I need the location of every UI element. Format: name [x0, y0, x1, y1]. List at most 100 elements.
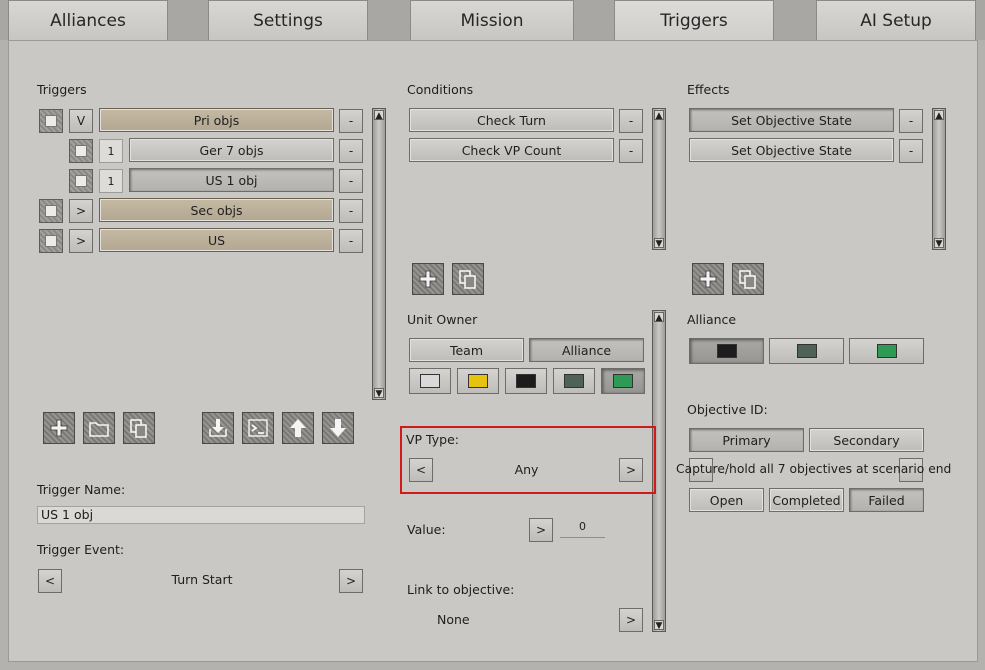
- effects-title: Effects: [687, 82, 730, 97]
- plus-icon: [419, 270, 437, 288]
- scroll-down-icon[interactable]: ▼: [654, 620, 664, 631]
- state-failed-button[interactable]: Failed: [849, 488, 924, 512]
- tab-triggers[interactable]: Triggers: [614, 0, 774, 40]
- trigger-event-label: Trigger Event:: [37, 542, 125, 557]
- state-completed-button[interactable]: Completed: [769, 488, 844, 512]
- add-effect-button[interactable]: [692, 263, 724, 295]
- tab-mission[interactable]: Mission: [410, 0, 574, 40]
- scroll-up-icon[interactable]: ▲: [654, 110, 664, 121]
- remove-effect-button[interactable]: -: [899, 109, 923, 133]
- copy-icon: [130, 419, 147, 438]
- owner-tab-team[interactable]: Team: [409, 338, 524, 362]
- trigger-name-input[interactable]: US 1 obj: [37, 506, 365, 524]
- trigger-item-us[interactable]: US: [99, 228, 334, 252]
- owner-tab-alliance[interactable]: Alliance: [529, 338, 644, 362]
- trigger-checkbox[interactable]: [69, 139, 93, 163]
- remove-trigger-button[interactable]: -: [339, 169, 363, 193]
- expand-toggle[interactable]: >: [69, 229, 93, 253]
- trigger-checkbox[interactable]: [39, 199, 63, 223]
- scroll-down-icon[interactable]: ▼: [374, 388, 384, 399]
- triggers-title: Triggers: [37, 82, 87, 97]
- condition-item-check-vp-count[interactable]: Check VP Count: [409, 138, 614, 162]
- plus-icon: [50, 419, 68, 437]
- copy-effect-button[interactable]: [732, 263, 764, 295]
- trigger-item-pri-objs[interactable]: Pri objs: [99, 108, 334, 132]
- link-objective-value: None: [437, 612, 470, 627]
- remove-trigger-button[interactable]: -: [339, 229, 363, 253]
- copy-icon: [459, 270, 476, 289]
- import-button[interactable]: [202, 412, 234, 444]
- alliance-color-dark-green[interactable]: [769, 338, 844, 364]
- scroll-up-icon[interactable]: ▲: [654, 312, 664, 323]
- move-up-button[interactable]: [282, 412, 314, 444]
- effect-item-set-objective-state[interactable]: Set Objective State: [689, 108, 894, 132]
- add-condition-button[interactable]: [412, 263, 444, 295]
- color-swatch: [564, 374, 584, 388]
- owner-color-dark-green[interactable]: [553, 368, 595, 394]
- trigger-item-ger-7-objs[interactable]: Ger 7 objs: [129, 138, 334, 162]
- triggers-scrollbar[interactable]: ▲ ▼: [372, 108, 386, 400]
- expand-toggle[interactable]: >: [69, 199, 93, 223]
- tab-ai-setup[interactable]: AI Setup: [816, 0, 976, 40]
- terminal-icon: [248, 419, 268, 437]
- event-next-button[interactable]: >: [339, 569, 363, 593]
- scroll-up-icon[interactable]: ▲: [934, 110, 944, 121]
- remove-condition-button[interactable]: -: [619, 109, 643, 133]
- owner-color-white[interactable]: [409, 368, 451, 394]
- event-prev-button[interactable]: <: [38, 569, 62, 593]
- tab-settings[interactable]: Settings: [208, 0, 368, 40]
- conditions-title: Conditions: [407, 82, 474, 97]
- console-button[interactable]: [242, 412, 274, 444]
- owner-color-green[interactable]: [601, 368, 645, 394]
- condition-item-check-turn[interactable]: Check Turn: [409, 108, 614, 132]
- trigger-checkbox[interactable]: [69, 169, 93, 193]
- remove-trigger-button[interactable]: -: [339, 199, 363, 223]
- state-open-button[interactable]: Open: [689, 488, 764, 512]
- objective-tab-secondary[interactable]: Secondary: [809, 428, 924, 452]
- owner-color-black[interactable]: [505, 368, 547, 394]
- trigger-order: 1: [99, 169, 123, 193]
- scroll-up-icon[interactable]: ▲: [374, 110, 384, 121]
- add-folder-button[interactable]: [83, 412, 115, 444]
- plus-icon: [699, 270, 717, 288]
- remove-trigger-button[interactable]: -: [339, 139, 363, 163]
- arrow-down-icon: [330, 419, 346, 437]
- trigger-event-value: Turn Start: [171, 572, 233, 587]
- owner-color-yellow[interactable]: [457, 368, 499, 394]
- scroll-down-icon[interactable]: ▼: [934, 238, 944, 249]
- value-increment-button[interactable]: >: [529, 518, 553, 542]
- trigger-item-sec-objs[interactable]: Sec objs: [99, 198, 334, 222]
- alliance-color-black[interactable]: [689, 338, 764, 364]
- color-swatch: [420, 374, 440, 388]
- copy-condition-button[interactable]: [452, 263, 484, 295]
- trigger-order: 1: [99, 139, 123, 163]
- remove-condition-button[interactable]: -: [619, 139, 643, 163]
- link-objective-label: Link to objective:: [407, 582, 515, 597]
- color-swatch: [516, 374, 536, 388]
- scroll-down-icon[interactable]: ▼: [654, 238, 664, 249]
- alliance-color-green[interactable]: [849, 338, 924, 364]
- trigger-checkbox[interactable]: [39, 229, 63, 253]
- expand-toggle[interactable]: V: [69, 109, 93, 133]
- objective-tab-primary[interactable]: Primary: [689, 428, 804, 452]
- folder-icon: [89, 422, 109, 437]
- value-field[interactable]: 0: [560, 520, 605, 538]
- remove-trigger-button[interactable]: -: [339, 109, 363, 133]
- value-label: Value:: [407, 522, 446, 537]
- conditions-scrollbar[interactable]: ▲ ▼: [652, 108, 666, 250]
- effect-item-set-objective-state[interactable]: Set Objective State: [689, 138, 894, 162]
- add-trigger-button[interactable]: [43, 412, 75, 444]
- tab-alliances[interactable]: Alliances: [8, 0, 168, 40]
- trigger-checkbox[interactable]: [39, 109, 63, 133]
- effects-scrollbar[interactable]: ▲ ▼: [932, 108, 946, 250]
- download-icon: [209, 419, 227, 437]
- copy-trigger-button[interactable]: [123, 412, 155, 444]
- color-swatch: [716, 344, 737, 358]
- link-objective-next-button[interactable]: >: [619, 608, 643, 632]
- tab-bar: Alliances Settings Mission Triggers AI S…: [0, 0, 985, 40]
- move-down-button[interactable]: [322, 412, 354, 444]
- color-swatch: [468, 374, 488, 388]
- remove-effect-button[interactable]: -: [899, 139, 923, 163]
- trigger-item-us-1-obj[interactable]: US 1 obj: [129, 168, 334, 192]
- color-swatch: [796, 344, 817, 358]
